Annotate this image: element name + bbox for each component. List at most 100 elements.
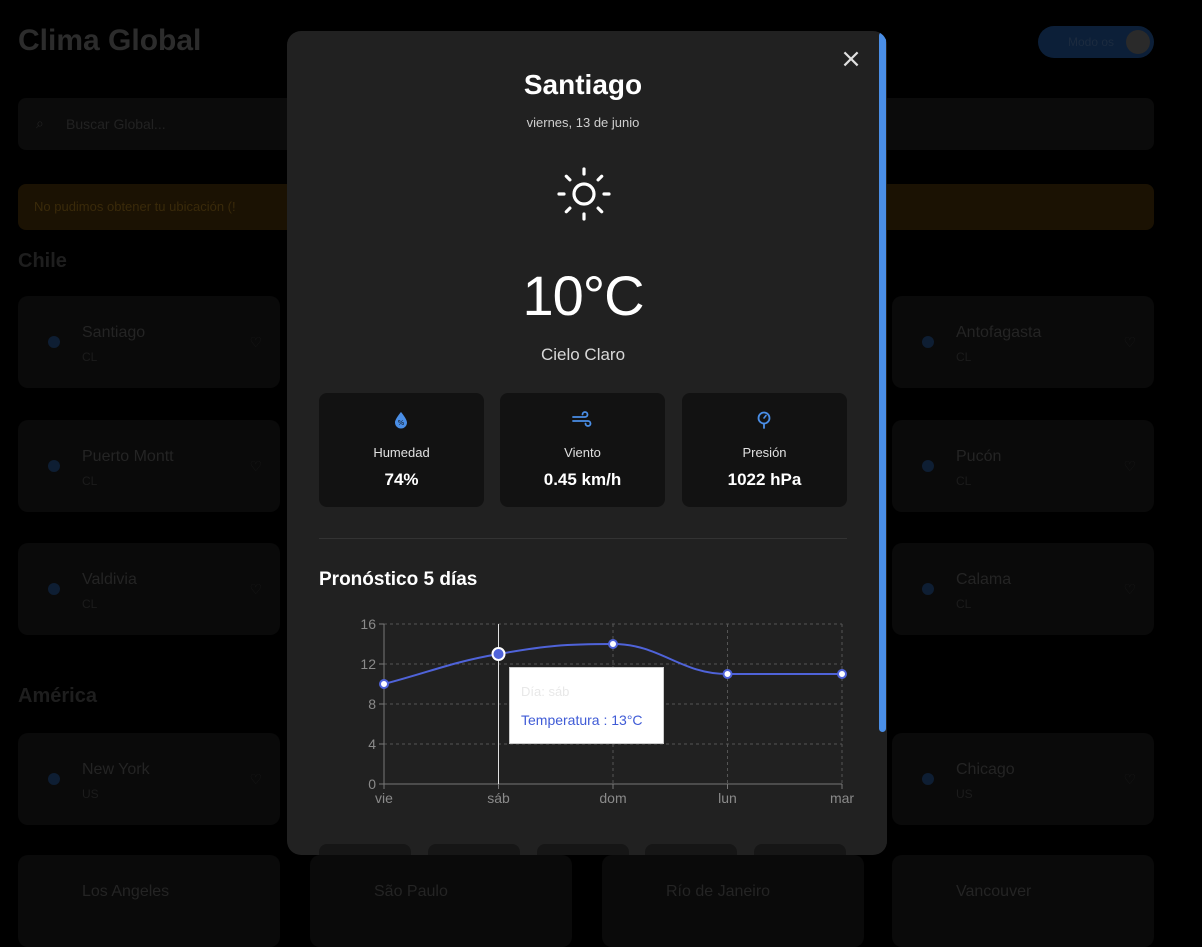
search-placeholder: Buscar Global... bbox=[66, 116, 166, 132]
weather-dot bbox=[922, 336, 934, 348]
city-card-code: CL bbox=[82, 350, 98, 364]
x-tick-label: dom bbox=[599, 790, 626, 806]
city-card[interactable]: New York US ♡ bbox=[18, 733, 280, 825]
x-tick-label: vie bbox=[375, 790, 393, 806]
city-card[interactable]: Los Angeles bbox=[18, 855, 280, 947]
forecast-day-card[interactable] bbox=[428, 844, 520, 855]
city-card[interactable]: Puerto Montt CL ♡ bbox=[18, 420, 280, 512]
data-point bbox=[837, 669, 847, 679]
theme-toggle[interactable]: Modo os bbox=[1038, 26, 1154, 58]
app-title: Clima Global bbox=[18, 24, 202, 57]
city-card-name: Río de Janeiro bbox=[666, 883, 771, 900]
city-card-code: US bbox=[82, 787, 99, 801]
weather-condition: Cielo Claro bbox=[540, 345, 626, 364]
current-date: viernes, 13 de junio bbox=[526, 115, 640, 130]
city-card-name: Calama bbox=[956, 571, 1012, 588]
city-card-code: CL bbox=[956, 350, 972, 364]
city-card-name: Antofagasta bbox=[956, 324, 1042, 341]
scrollbar-thumb[interactable] bbox=[879, 32, 886, 732]
x-tick-label: sáb bbox=[487, 790, 510, 806]
wind-label: Viento bbox=[564, 445, 601, 460]
weather-dot bbox=[922, 773, 934, 785]
city-detail-modal: × Santiago viernes, 13 de junio 10°C Cie… bbox=[287, 31, 887, 855]
data-point bbox=[722, 669, 733, 679]
close-icon[interactable]: × bbox=[839, 46, 863, 72]
chart-tooltip: Día: sáb Temperatura : 13°C bbox=[509, 667, 664, 744]
svg-text:%: % bbox=[398, 419, 405, 427]
search-icon: ⌕ bbox=[36, 115, 44, 131]
favorite-icon[interactable]: ♡ bbox=[249, 771, 262, 788]
weather-dot bbox=[922, 583, 934, 595]
city-card-code: US bbox=[956, 787, 973, 801]
pressure-value: 1022 hPa bbox=[727, 470, 802, 489]
city-card[interactable]: Vancouver bbox=[892, 855, 1154, 947]
tooltip-value: Temperatura : 13°C bbox=[521, 712, 643, 728]
city-card-code: CL bbox=[82, 597, 98, 611]
city-card[interactable]: Calama CL ♡ bbox=[892, 543, 1154, 635]
data-point bbox=[608, 639, 618, 649]
city-card[interactable]: Valdivia CL ♡ bbox=[18, 543, 280, 635]
weather-dot bbox=[48, 460, 60, 472]
data-point bbox=[491, 647, 506, 661]
weather-dot bbox=[922, 460, 934, 472]
humidity-label: Humedad bbox=[373, 445, 430, 460]
city-name: Santiago bbox=[523, 69, 643, 100]
forecast-title: Pronóstico 5 días bbox=[319, 569, 478, 590]
theme-toggle-label: Modo os bbox=[1068, 35, 1115, 49]
forecast-day-card[interactable] bbox=[754, 844, 846, 855]
x-tick-label: lun bbox=[718, 790, 737, 806]
temperature: 10°C bbox=[522, 264, 644, 327]
city-card-name: Chicago bbox=[956, 761, 1015, 778]
humidity-card: % Humedad 74% bbox=[319, 393, 484, 507]
forecast-day-card[interactable] bbox=[319, 844, 411, 855]
city-card[interactable]: Antofagasta CL ♡ bbox=[892, 296, 1154, 388]
section-divider bbox=[319, 538, 847, 539]
city-card-name: New York bbox=[82, 761, 150, 778]
weather-dot bbox=[48, 773, 60, 785]
favorite-icon[interactable]: ♡ bbox=[249, 334, 262, 351]
favorite-icon[interactable]: ♡ bbox=[1123, 771, 1136, 788]
x-tick-label: mar bbox=[830, 790, 854, 806]
y-tick-label: 12 bbox=[360, 656, 376, 672]
pressure-icon bbox=[757, 411, 771, 429]
forecast-day-card[interactable] bbox=[537, 844, 629, 855]
wind-value: 0.45 km/h bbox=[543, 470, 622, 489]
y-tick-label: 16 bbox=[360, 616, 376, 632]
wind-icon bbox=[572, 411, 592, 427]
humidity-icon: % bbox=[395, 412, 407, 429]
city-card-name: Valdivia bbox=[82, 571, 137, 588]
city-card-code: CL bbox=[956, 597, 972, 611]
city-card[interactable]: Santiago CL ♡ bbox=[18, 296, 280, 388]
city-card[interactable]: Río de Janeiro bbox=[602, 855, 864, 947]
city-card-name: Vancouver bbox=[956, 883, 1032, 900]
favorite-icon[interactable]: ♡ bbox=[1123, 334, 1136, 351]
city-card-name: São Paulo bbox=[374, 883, 448, 900]
data-point bbox=[379, 679, 389, 689]
city-card-name: Santiago bbox=[82, 324, 146, 341]
weather-dot bbox=[48, 583, 60, 595]
favorite-icon[interactable]: ♡ bbox=[1123, 458, 1136, 475]
alert-text: No pudimos obtener tu ubicación (! bbox=[34, 199, 236, 214]
city-card[interactable]: Pucón CL ♡ bbox=[892, 420, 1154, 512]
city-card-name: Pucón bbox=[956, 448, 1002, 465]
pressure-label: Presión bbox=[742, 445, 787, 460]
y-tick-label: 4 bbox=[368, 736, 376, 752]
y-tick-label: 8 bbox=[368, 696, 376, 712]
pressure-card: Presión 1022 hPa bbox=[682, 393, 847, 507]
tooltip-label: Día: sáb bbox=[521, 684, 570, 699]
forecast-day-card[interactable] bbox=[645, 844, 737, 855]
section-title-chile: Chile bbox=[18, 250, 67, 272]
toggle-knob bbox=[1126, 30, 1150, 54]
weather-dot bbox=[48, 336, 60, 348]
city-card-code: CL bbox=[82, 474, 98, 488]
city-card[interactable]: São Paulo bbox=[310, 855, 572, 947]
favorite-icon[interactable]: ♡ bbox=[1123, 581, 1136, 598]
city-card[interactable]: Chicago US ♡ bbox=[892, 733, 1154, 825]
section-title-america: América bbox=[18, 685, 97, 707]
city-card-name: Los Angeles bbox=[82, 883, 170, 900]
sun-icon bbox=[557, 167, 611, 221]
wind-card: Viento 0.45 km/h bbox=[500, 393, 665, 507]
city-card-name: Puerto Montt bbox=[82, 448, 174, 465]
favorite-icon[interactable]: ♡ bbox=[249, 458, 262, 475]
favorite-icon[interactable]: ♡ bbox=[249, 581, 262, 598]
